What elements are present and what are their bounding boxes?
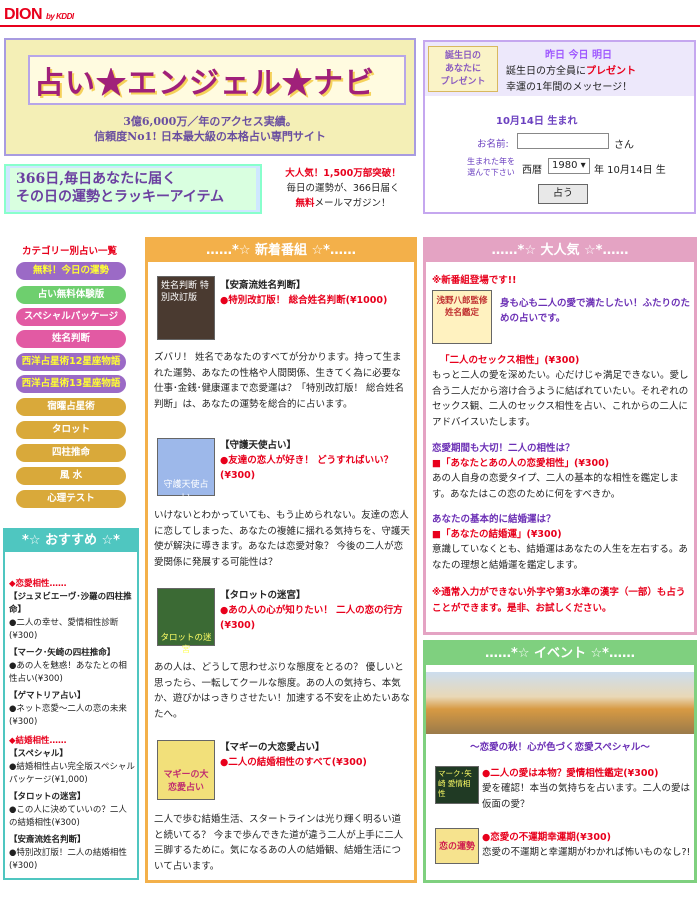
popular-subhead: 恋愛期間も大切！二人の相性は？ [432,443,575,454]
new-item-title[interactable]: 【タロットの迷宮】 [220,588,306,603]
new-program-tag: ※新番組登場です!! [432,275,517,286]
new-item-link[interactable]: ●二人の結婚相性のすべて(¥300) [220,755,410,770]
dion-logo[interactable]: DION by KDDI [4,6,74,24]
recommend-header: *☆ おすすめ ☆* [5,530,137,552]
recommend-item-desc[interactable]: ●あの人を魅惑！あなたとの相性占い(¥300) [9,660,135,686]
mailmag-line-1: 366日,毎日あなたに届く [16,171,177,187]
new-item-link[interactable]: ●あの人の心が知りたい！ 二人の恋の行方(¥300) [220,603,410,633]
year-select[interactable]: 1980 ▾ [548,158,590,174]
birthday-message-text: 幸運の1年間のメッセージ！ [506,82,633,93]
recommend-item-desc[interactable]: ●結婚相性占い完全版スペシャルパッケージ(¥1,000) [9,761,135,787]
menu-item-western-13[interactable]: 西洋占星術13星座物語 [16,375,126,393]
recommend-item-title[interactable]: 【スペシャル】 [9,748,135,761]
name-label: お名前: [477,139,509,150]
header-divider [0,25,700,27]
banner-tagline-1: 3億6,000万／年のアクセス実績。 [123,115,297,128]
fortune-submit-button[interactable]: 占う [538,184,588,204]
new-item-body: 二人で歩む結婚生活、スタートラインは光り輝く明るい道と続いてる？ 今まで歩んでき… [154,814,404,872]
new-item-link[interactable]: ●友達の恋人が好き！ どうすればいい？(¥300) [220,453,410,483]
mailmag-label: メールマガジン！ [314,198,391,209]
love-compat-thumbnail[interactable]: マーク･矢崎 愛情相性 [435,766,479,804]
birthday-date-title: 10月14日 生まれ [496,116,578,127]
popular-note: ※通常入力ができない外字や第3水準の漢字（一部）も占うことができます。是非、お試… [432,587,686,614]
mailmag-line-2: その日の運勢とラッキーアイテム [16,189,225,205]
new-item-body: あの人は、どうして思わせぶりな態度をとるの？ 優しいと思ったら、一転してクールな… [154,662,410,720]
event-item-title[interactable]: ●恋愛の不運期幸運期(¥300) [482,830,694,845]
autumn-event-image[interactable] [426,672,694,734]
menu-item-shichusuimei[interactable]: 四柱推命 [16,444,126,462]
menu-item-trial[interactable]: 占い無料体験版 [16,286,126,304]
event-header: ……*☆ イベント ☆*…… [426,643,694,665]
menu-item-tarot[interactable]: タロット [16,421,126,439]
day-links[interactable]: 昨日 今日 明日 [545,46,612,61]
popular-item-title[interactable]: ■「あなたとあの人の恋愛相性」(¥300) [432,456,609,471]
recommend-category-marriage: ◆結婚相性…… [9,736,67,746]
name-input[interactable] [517,133,609,149]
mailmag-banner-text[interactable]: 366日,毎日あなたに届くその日の運勢とラッキーアイテム [10,168,256,210]
recommend-item-desc[interactable]: ●特別改訂版！二人の結婚相性(¥300) [9,847,135,873]
popular-item-body: あの人自身の恋愛タイプ、二人の基本的な相性を鑑定します。あなたはこの恋のために何… [432,473,679,500]
mailmag-headline: 大人気！1,500万部突破！ [285,168,401,179]
new-programs-header: ……*☆ 新着番組 ☆*…… [148,240,414,262]
new-item-title[interactable]: 【マギーの大恋愛占い】 [220,740,325,755]
recommend-item-desc[interactable]: ●二人の幸せ、愛情相性診断(¥300) [9,617,135,643]
menu-item-fusui[interactable]: 風 水 [16,467,126,485]
popular-item-body: 意識していなくとも、結婚運はあなたの人生を左右する。あなたの理想と結婚運を鑑定し… [432,544,688,571]
recommend-item-title[interactable]: 【マーク･矢崎の四柱推命】 [9,647,135,660]
recommend-item-desc[interactable]: ●ネット恋愛〜二人の恋の未来(¥300) [9,703,135,729]
popular-header: ……*☆ 大人気 ☆*…… [426,240,694,262]
recommend-list: ◆恋愛相性…… 【ジュヌビエーヴ･沙羅の四柱推命】 ●二人の幸せ、愛情相性診断(… [9,578,135,873]
recommend-item-title[interactable]: 【タロットの迷宮】 [9,791,135,804]
popular-subhead: あなたの基本的に結婚運は？ [432,514,556,525]
free-label: 無料 [295,198,315,209]
popular-item-title[interactable]: 「二人のセックス相性」(¥300) [440,353,579,368]
menu-item-sukuyo[interactable]: 宿曜占星術 [16,398,126,416]
seimei-thumbnail[interactable]: 姓名判断 特別改訂版 [157,276,215,340]
recommend-item-title[interactable]: 【安斎流姓名判断】 [9,834,135,847]
new-item-body: いけないとわかっていても、もう止められない。友達の恋人に恋してしまった、あなたの… [154,510,410,568]
event-item-body: 恋愛の不運期と幸運期がわかれば怖いものなし?! [482,847,691,858]
menu-item-psych-test[interactable]: 心理テスト [16,490,126,508]
new-item-link[interactable]: ●特別改訂版！ 総合姓名判断(¥1000) [220,293,410,308]
mailmag-description: 大人気！1,500万部突破！ 毎日の運勢が、366日届く 無料メールマガジン！ [268,166,418,211]
menu-item-free-today[interactable]: 無料！今日の運勢 [16,262,126,280]
menu-item-seimei[interactable]: 姓名判断 [16,330,126,348]
event-item-title[interactable]: ●二人の愛は本物？愛情相性鑑定(¥300) [482,766,694,781]
recommend-category-love: ◆恋愛相性…… [9,579,67,589]
menu-item-western-12[interactable]: 西洋占星術12星座物語 [16,353,126,371]
maggie-thumbnail[interactable]: マギーの大恋愛占い [157,740,215,800]
popular-item-body: もっと二人の愛を深めたい。心だけじゃ満足できない。愛し合う二人だから溶け合うよう… [432,370,689,428]
mailmag-desc: 毎日の運勢が、366日届く [286,183,400,194]
birth-date-text: 年 10月14日 生 [594,165,666,176]
new-item-title[interactable]: 【守護天使占い】 [220,438,296,453]
birthday-gift-image: 誕生日の あなたに プレゼント [428,46,498,92]
seimei-kantei-thumbnail[interactable]: 浅野八郎監修 姓名鑑定 [432,290,492,344]
site-logo[interactable]: 占い★エンジェル★ナビ [34,58,375,102]
event-subtitle: 〜恋愛の秋！心が色づく恋愛スペシャル〜 [470,742,650,753]
new-item-title[interactable]: 【安斎流姓名判断】 [220,278,306,293]
popular-item-title[interactable]: ■「あなたの結婚運」(¥300) [432,527,562,542]
recommend-item-desc[interactable]: ●この人に決めていいの？二人の結婚相性(¥300) [9,804,135,830]
banner-tagline-2: 信頼度No1! 日本最大級の本格占い専門サイト [94,130,326,143]
era-label: 西暦 [522,165,542,176]
san-label: さん [614,140,634,151]
event-item-body: 愛を確認！本当の気持ちを占います。二人の愛は仮面の愛？ [482,783,691,810]
guardian-angel-thumbnail[interactable]: 守護天使占い [157,438,215,503]
popular-lead: 身も心も二人の愛で満たしたい！ふたりのための占いです。 [500,298,691,324]
love-fortune-thumbnail[interactable]: 恋の運勢 [435,828,479,864]
recommend-item-title[interactable]: 【ジュヌビエーヴ･沙羅の四柱推命】 [9,591,135,617]
menu-item-special[interactable]: スペシャルパッケージ [16,308,126,326]
new-item-body: ズバリ！ 姓名であなたのすべてが分かります。持って生まれた運勢、あなたの性格や人… [154,352,405,410]
recommend-item-title[interactable]: 【ゲマトリア占い】 [9,690,135,703]
year-select-label: 生まれた年を 選んで下さい [467,157,515,177]
birthday-present-text: 誕生日の方全員にプレゼント [506,66,636,77]
category-menu-title: カテゴリー別占い一覧 [22,246,118,257]
tarot-thumbnail[interactable]: タロットの迷宮 [157,588,215,655]
